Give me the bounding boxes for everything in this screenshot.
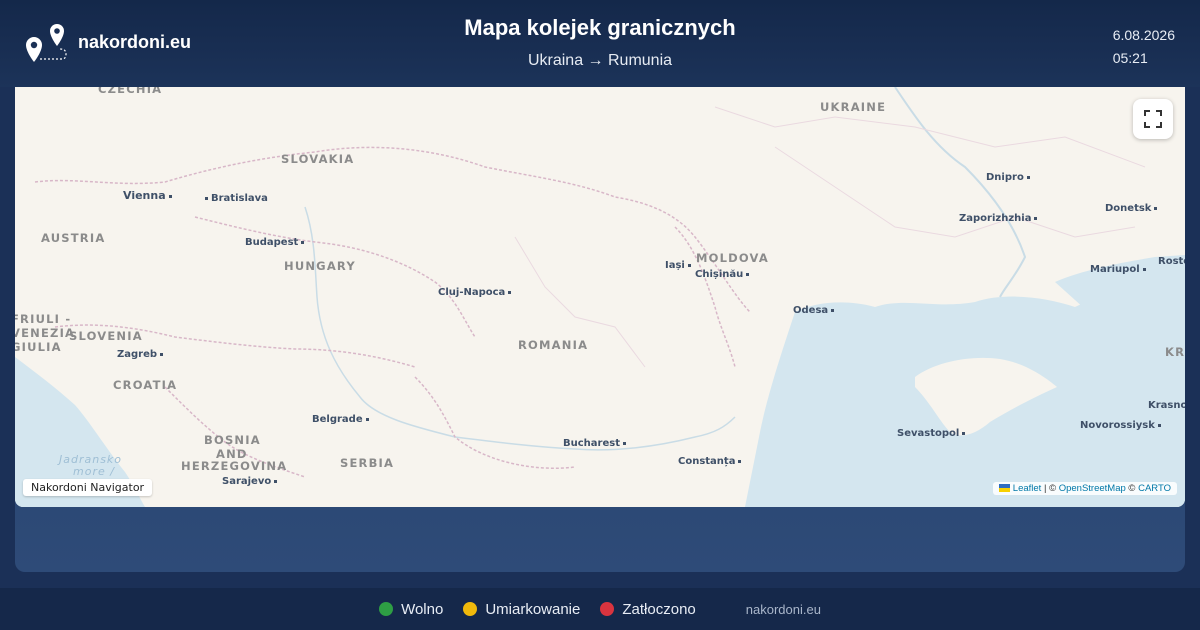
sea-label-line2: more / — [73, 465, 115, 478]
label-slovenia: SLOVENIA — [69, 329, 143, 343]
city-zaporizhzhia: Zaporizhzhia — [959, 213, 1038, 224]
city-cluj-napoca: Cluj-Napoca — [438, 287, 512, 298]
date-text: 6.08.2026 — [1112, 27, 1175, 43]
city-bratislava: Bratislava — [205, 193, 268, 204]
osm-link[interactable]: OpenStreetMap — [1059, 483, 1126, 494]
legend-label: Umiarkowanie — [485, 600, 581, 618]
label-czechia: CZECHIA — [98, 87, 163, 96]
city-novorossiysk: Novorossiysk — [1080, 420, 1161, 431]
legend-item-crowded: Zatłoczono — [600, 600, 696, 618]
legend-item-free: Wolno — [379, 601, 443, 618]
map-view[interactable]: CZECHIA UKRAINE SLOVAKIA AUSTRIA HUNGARY… — [15, 87, 1185, 507]
city-sevastopol: Sevastopol — [897, 428, 966, 439]
datetime: 6.08.2026 05:21 — [1113, 24, 1175, 70]
label-austria: AUSTRIA — [41, 231, 106, 245]
fullscreen-icon — [1144, 110, 1162, 128]
legend-label: Zatłoczono — [622, 600, 696, 618]
city-rostov: Rosto — [1158, 256, 1185, 267]
route-subtitle: Ukraina → Rumunia — [527, 52, 673, 69]
legend-label: Wolno — [401, 600, 444, 618]
fullscreen-button[interactable] — [1133, 99, 1173, 139]
red-status-dot-icon — [600, 602, 615, 616]
label-serbia: SERBIA — [340, 456, 395, 470]
city-odesa: Odesa — [793, 305, 835, 316]
map-attribution: Leaflet | © OpenStreetMap © CARTO — [993, 482, 1177, 495]
title-block: Mapa kolejek granicznych Ukraina → Rumun… — [0, 15, 1200, 70]
label-slovakia: SLOVAKIA — [281, 152, 355, 166]
city-bucharest: Bucharest — [563, 438, 626, 449]
city-budapest: Budapest — [245, 237, 305, 248]
legend-item-moderate: Umiarkowanie — [463, 601, 580, 618]
header: nakordoni.eu Mapa kolejek granicznych Uk… — [0, 0, 1200, 87]
label-giulia: GIULIA — [15, 340, 62, 354]
green-status-dot-icon — [379, 602, 394, 616]
label-moldova: MOLDOVA — [696, 251, 769, 265]
label-croatia: CROATIA — [113, 378, 178, 392]
label-friuli: FRIULI - — [15, 312, 72, 326]
page-title: Mapa kolejek granicznych — [464, 15, 736, 40]
city-constanta: Constanța — [678, 456, 742, 467]
label-herzegovina: HERZEGOVINA — [181, 459, 288, 473]
city-dnipro: Dnipro — [986, 172, 1030, 183]
footer-site-name: nakordoni.eu — [745, 601, 821, 617]
yellow-status-dot-icon — [463, 602, 478, 616]
label-romania: ROMANIA — [518, 338, 589, 352]
attribution-sep2: © — [1125, 483, 1139, 494]
ukraine-flag-icon — [999, 484, 1011, 493]
navigator-label: Nakordoni Navigator — [23, 479, 153, 496]
city-donetsk: Donetsk — [1105, 203, 1158, 214]
city-belgrade: Belgrade — [312, 414, 369, 425]
city-sarajevo: Sarajevo — [222, 476, 278, 487]
label-hungary: HUNGARY — [284, 259, 356, 273]
leaflet-link[interactable]: Leaflet — [1013, 483, 1042, 494]
time-text: 05:21 — [1112, 50, 1148, 66]
label-ukraine: UKRAINE — [820, 100, 887, 114]
city-mariupol: Mariupol — [1090, 264, 1146, 275]
footer-legend: Wolno Umiarkowanie Zatłoczono nakordoni.… — [0, 588, 1200, 630]
attribution-sep1: | © — [1041, 483, 1059, 494]
city-zagreb: Zagreb — [117, 349, 164, 360]
city-vienna: Vienna — [123, 189, 172, 202]
city-iasi: Iași — [665, 260, 691, 271]
carto-link[interactable]: CARTO — [1138, 483, 1171, 494]
city-chisinau: Chișinău — [695, 269, 750, 280]
label-bosnia: BOSNIA — [204, 433, 261, 447]
city-krasnodar: Krasnod — [1148, 400, 1185, 411]
label-krasnodar-region: KRA — [1165, 345, 1185, 359]
label-venezia: VENEZIA — [15, 326, 76, 340]
